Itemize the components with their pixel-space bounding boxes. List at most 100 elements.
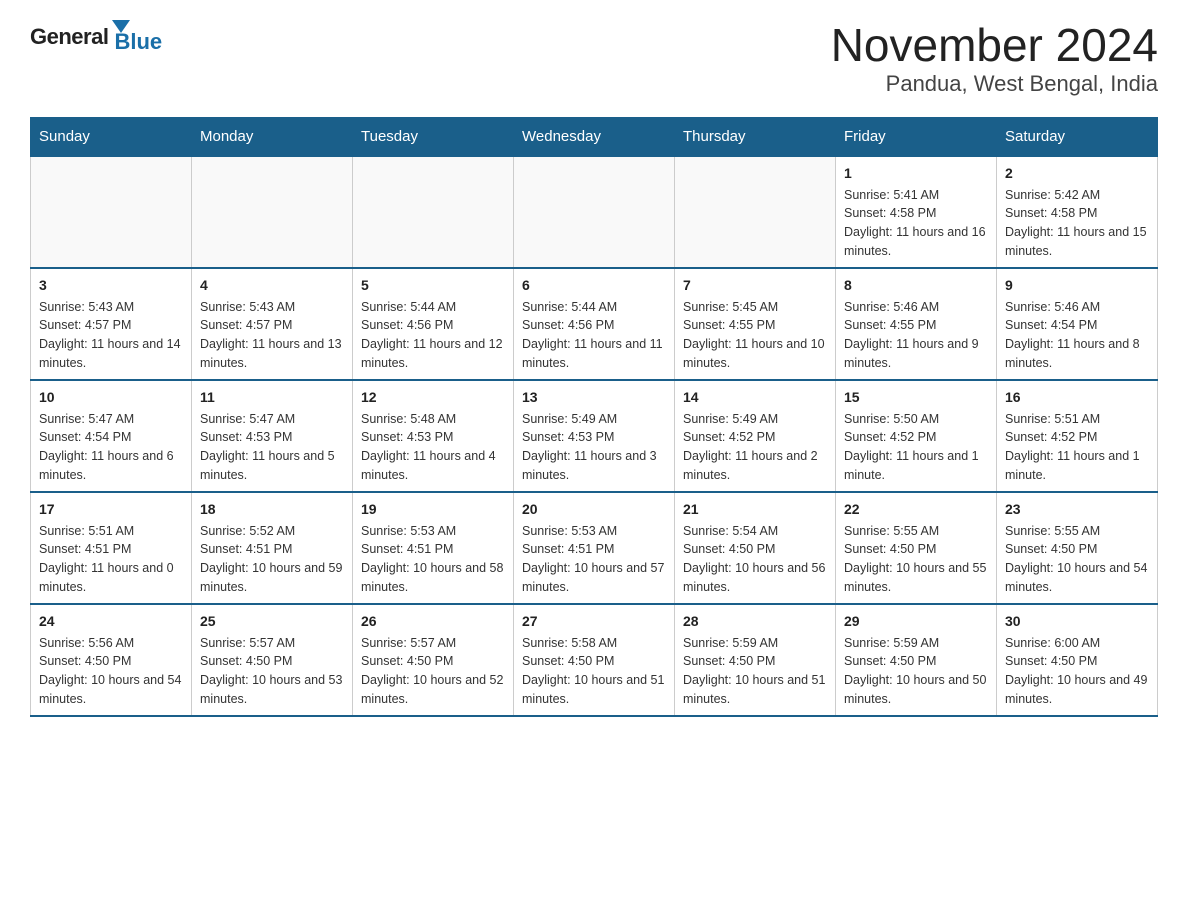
day-number: 13 [522, 387, 666, 408]
sunrise-info: Sunrise: 5:41 AM [844, 188, 939, 202]
day-number: 4 [200, 275, 344, 296]
calendar-day: 3Sunrise: 5:43 AMSunset: 4:57 PMDaylight… [31, 268, 192, 380]
sunset-info: Sunset: 4:57 PM [200, 318, 292, 332]
col-tuesday: Tuesday [353, 117, 514, 156]
sunrise-info: Sunrise: 6:00 AM [1005, 636, 1100, 650]
sunset-info: Sunset: 4:51 PM [361, 542, 453, 556]
calendar-week-row: 1Sunrise: 5:41 AMSunset: 4:58 PMDaylight… [31, 156, 1158, 268]
daylight-info: Daylight: 11 hours and 1 minute. [1005, 449, 1140, 482]
sunrise-info: Sunrise: 5:55 AM [844, 524, 939, 538]
calendar-day: 10Sunrise: 5:47 AMSunset: 4:54 PMDayligh… [31, 380, 192, 492]
sunrise-info: Sunrise: 5:59 AM [844, 636, 939, 650]
calendar-day: 4Sunrise: 5:43 AMSunset: 4:57 PMDaylight… [192, 268, 353, 380]
sunset-info: Sunset: 4:50 PM [1005, 542, 1097, 556]
logo-blue-text: Blue [114, 31, 162, 53]
calendar-week-row: 10Sunrise: 5:47 AMSunset: 4:54 PMDayligh… [31, 380, 1158, 492]
sunrise-info: Sunrise: 5:44 AM [361, 300, 456, 314]
sunrise-info: Sunrise: 5:46 AM [844, 300, 939, 314]
sunrise-info: Sunrise: 5:44 AM [522, 300, 617, 314]
day-number: 24 [39, 611, 183, 632]
sunset-info: Sunset: 4:58 PM [1005, 206, 1097, 220]
calendar-day: 29 Sunrise: 5:59 AM Sunset: 4:50 PM Dayligh… [836, 604, 997, 716]
calendar-week-row: 3Sunrise: 5:43 AMSunset: 4:57 PMDaylight… [31, 268, 1158, 380]
sunrise-info: Sunrise: 5:47 AM [39, 412, 134, 426]
sunrise-info: Sunrise: 5:54 AM [683, 524, 778, 538]
calendar-day: 28Sunrise: 5:59 AMSunset: 4:50 PMDayligh… [675, 604, 836, 716]
calendar-day [514, 156, 675, 268]
col-wednesday: Wednesday [514, 117, 675, 156]
sunset-info: Sunset: 4:53 PM [361, 430, 453, 444]
calendar-day [353, 156, 514, 268]
day-number: 14 [683, 387, 827, 408]
sunrise-info: Sunrise: 5:59 AM [683, 636, 778, 650]
col-saturday: Saturday [997, 117, 1158, 156]
daylight-info: Daylight: 11 hours and 10 minutes. [683, 337, 825, 370]
calendar-day: 23Sunrise: 5:55 AMSunset: 4:50 PMDayligh… [997, 492, 1158, 604]
daylight-info: Daylight: 11 hours and 8 minutes. [1005, 337, 1140, 370]
calendar-day: 14Sunrise: 5:49 AMSunset: 4:52 PMDayligh… [675, 380, 836, 492]
sunset-info: Sunset: 4:50 PM [844, 654, 936, 668]
daylight-info: Daylight: 10 hours and 54 minutes. [1005, 561, 1147, 594]
calendar-day: 25Sunrise: 5:57 AMSunset: 4:50 PMDayligh… [192, 604, 353, 716]
daylight-info: Daylight: 10 hours and 50 minutes. [844, 673, 986, 706]
title-block: November 2024 Pandua, West Bengal, India [831, 20, 1158, 97]
sunrise-info: Sunrise: 5:58 AM [522, 636, 617, 650]
sunset-info: Sunset: 4:52 PM [683, 430, 775, 444]
sunset-info: Sunset: 4:55 PM [844, 318, 936, 332]
sunset-info: Sunset: 4:50 PM [361, 654, 453, 668]
sunset-info: Sunset: 4:54 PM [1005, 318, 1097, 332]
daylight-info: Daylight: 11 hours and 6 minutes. [39, 449, 174, 482]
sunrise-info: Sunrise: 5:50 AM [844, 412, 939, 426]
day-number: 12 [361, 387, 505, 408]
calendar-day: 27Sunrise: 5:58 AMSunset: 4:50 PMDayligh… [514, 604, 675, 716]
calendar-day: 11Sunrise: 5:47 AMSunset: 4:53 PMDayligh… [192, 380, 353, 492]
daylight-info: Daylight: 10 hours and 52 minutes. [361, 673, 503, 706]
calendar-day: 7Sunrise: 5:45 AMSunset: 4:55 PMDaylight… [675, 268, 836, 380]
daylight-info: Daylight: 10 hours and 59 minutes. [200, 561, 342, 594]
sunrise-info: Sunrise: 5:47 AM [200, 412, 295, 426]
sunrise-info: Sunrise: 5:53 AM [361, 524, 456, 538]
day-number: 5 [361, 275, 505, 296]
daylight-info: Daylight: 10 hours and 58 minutes. [361, 561, 503, 594]
sunrise-info: Sunrise: 5:55 AM [1005, 524, 1100, 538]
sunset-info: Sunset: 4:50 PM [683, 542, 775, 556]
sunset-info: Sunset: 4:50 PM [39, 654, 131, 668]
calendar-day [31, 156, 192, 268]
daylight-info: Daylight: 11 hours and 1 minute. [844, 449, 979, 482]
day-number: 18 [200, 499, 344, 520]
daylight-info: Daylight: 11 hours and 2 minutes. [683, 449, 818, 482]
sunset-info: Sunset: 4:51 PM [200, 542, 292, 556]
calendar-day: 2Sunrise: 5:42 AMSunset: 4:58 PMDaylight… [997, 156, 1158, 268]
sunrise-info: Sunrise: 5:52 AM [200, 524, 295, 538]
daylight-info: Daylight: 11 hours and 3 minutes. [522, 449, 657, 482]
daylight-info: Daylight: 11 hours and 16 minutes. [844, 225, 986, 258]
page-title: November 2024 [831, 20, 1158, 71]
day-number: 29 [844, 611, 988, 632]
calendar-week-row: 17Sunrise: 5:51 AMSunset: 4:51 PMDayligh… [31, 492, 1158, 604]
sunset-info: Sunset: 4:52 PM [844, 430, 936, 444]
calendar-day: 19 Sunrise: 5:53 AM Sunset: 4:51 PM Dayligh… [353, 492, 514, 604]
day-number: 9 [1005, 275, 1149, 296]
logo-general-text: General [30, 24, 108, 50]
calendar-day: 22Sunrise: 5:55 AMSunset: 4:50 PMDayligh… [836, 492, 997, 604]
day-number: 6 [522, 275, 666, 296]
col-monday: Monday [192, 117, 353, 156]
calendar-week-row: 24 Sunrise: 5:56 AM Sunset: 4:50 PM Dayligh… [31, 604, 1158, 716]
daylight-info: Daylight: 10 hours and 53 minutes. [200, 673, 342, 706]
sunset-info: Sunset: 4:56 PM [361, 318, 453, 332]
daylight-info: Daylight: 10 hours and 55 minutes. [844, 561, 986, 594]
daylight-info: Daylight: 11 hours and 0 minutes. [39, 561, 174, 594]
calendar-day: 6Sunrise: 5:44 AMSunset: 4:56 PMDaylight… [514, 268, 675, 380]
daylight-info: Daylight: 11 hours and 13 minutes. [200, 337, 342, 370]
day-number: 19 [361, 499, 505, 520]
day-number: 3 [39, 275, 183, 296]
day-number: 15 [844, 387, 988, 408]
sunrise-info: Sunrise: 5:56 AM [39, 636, 134, 650]
day-number: 21 [683, 499, 827, 520]
sunset-info: Sunset: 4:52 PM [1005, 430, 1097, 444]
daylight-info: Daylight: 11 hours and 15 minutes. [1005, 225, 1147, 258]
logo: General Blue [30, 20, 162, 53]
sunset-info: Sunset: 4:50 PM [683, 654, 775, 668]
calendar-day: 21Sunrise: 5:54 AMSunset: 4:50 PMDayligh… [675, 492, 836, 604]
calendar-day: 15 Sunrise: 5:50 AM Sunset: 4:52 PM Dayligh… [836, 380, 997, 492]
